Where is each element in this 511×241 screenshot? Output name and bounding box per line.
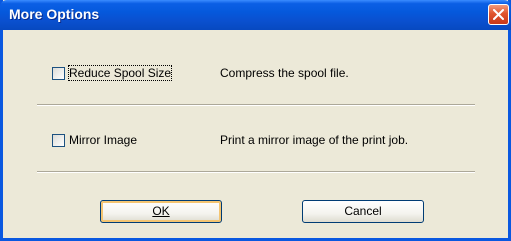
close-button[interactable] xyxy=(488,4,509,25)
cancel-button[interactable]: Cancel xyxy=(302,200,424,223)
mirror-image-description: Print a mirror image of the print job. xyxy=(220,133,409,147)
mirror-image-checkbox[interactable] xyxy=(52,134,65,147)
window-title: More Options xyxy=(9,6,100,22)
mirror-image-label[interactable]: Mirror Image xyxy=(69,133,137,147)
reduce-spool-size-description: Compress the spool file. xyxy=(220,66,349,80)
close-icon xyxy=(493,9,504,20)
separator xyxy=(37,171,475,173)
dialog-content: Reduce Spool Size Compress the spool fil… xyxy=(3,30,508,238)
ok-button[interactable]: OK xyxy=(100,200,222,223)
more-options-dialog: More Options Reduce Spool Size Compress … xyxy=(0,0,511,241)
separator xyxy=(37,104,475,106)
reduce-spool-size-label[interactable]: Reduce Spool Size xyxy=(67,65,173,81)
cancel-button-label: Cancel xyxy=(344,204,382,218)
title-bar[interactable]: More Options xyxy=(0,0,511,30)
reduce-spool-size-checkbox[interactable] xyxy=(52,67,65,80)
ok-button-label: OK xyxy=(152,204,170,218)
